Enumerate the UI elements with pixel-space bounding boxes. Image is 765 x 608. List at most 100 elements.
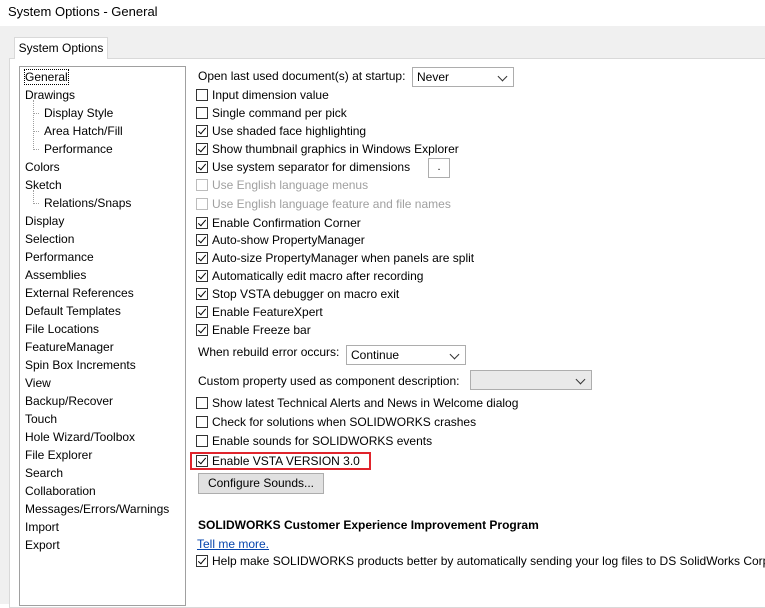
option-use-shaded-face-highlighting-label: Use shaded face highlighting bbox=[212, 124, 367, 138]
option-enable-vsta-version-3-0[interactable]: Enable VSTA VERSION 3.0 bbox=[196, 452, 360, 470]
tell-me-more-link[interactable]: Tell me more. bbox=[197, 537, 269, 551]
configure-sounds-button[interactable]: Configure Sounds... bbox=[198, 473, 324, 494]
ceip-option[interactable]: Help make SOLIDWORKS products better by … bbox=[196, 552, 765, 570]
option-use-shaded-face-highlighting[interactable]: Use shaded face highlighting bbox=[196, 122, 366, 140]
tree-item-performance[interactable]: Performance bbox=[25, 248, 94, 266]
tree-item-display[interactable]: Display bbox=[25, 212, 64, 230]
tree-item-area-hatch-fill[interactable]: Area Hatch/Fill bbox=[44, 122, 123, 140]
option-enable-vsta-version-3-0-checkbox[interactable] bbox=[196, 454, 208, 467]
tree-connector bbox=[33, 100, 34, 150]
option-show-latest-technical-alerts-and-news-in-checkbox[interactable] bbox=[196, 396, 208, 409]
option-enable-freeze-bar-checkbox[interactable] bbox=[196, 323, 208, 336]
option-automatically-edit-macro-after-recording[interactable]: Automatically edit macro after recording bbox=[196, 267, 423, 285]
option-stop-vsta-debugger-on-macro-exit-label: Stop VSTA debugger on macro exit bbox=[212, 287, 400, 301]
tree-item-sketch[interactable]: Sketch bbox=[25, 176, 62, 194]
tree-item-export[interactable]: Export bbox=[25, 536, 60, 554]
option-auto-size-propertymanager-when-panels-ar[interactable]: Auto-size PropertyManager when panels ar… bbox=[196, 249, 474, 267]
option-show-latest-technical-alerts-and-news-in-label: Show latest Technical Alerts and News in… bbox=[212, 396, 519, 410]
tree-item-assemblies[interactable]: Assemblies bbox=[25, 266, 86, 284]
option-show-thumbnail-graphics-in-windows-explo-label: Show thumbnail graphics in Windows Explo… bbox=[212, 142, 459, 156]
tree-item-label: Touch bbox=[25, 412, 58, 426]
tree-item-label: Messages/Errors/Warnings bbox=[25, 502, 170, 516]
option-auto-size-propertymanager-when-panels-ar-checkbox[interactable] bbox=[196, 251, 208, 264]
option-use-english-language-menus-label: Use English language menus bbox=[212, 178, 369, 192]
option-use-system-separator-for-dimensions[interactable]: Use system separator for dimensions bbox=[196, 158, 410, 176]
tree-item-label: Collaboration bbox=[25, 484, 96, 498]
option-single-command-per-pick[interactable]: Single command per pick bbox=[196, 104, 347, 122]
tree-item-messages-errors-warnings[interactable]: Messages/Errors/Warnings bbox=[25, 500, 169, 518]
startup-select-value: Never bbox=[417, 70, 450, 84]
rebuild-label: When rebuild error occurs: bbox=[198, 345, 340, 359]
option-check-for-solutions-when-solidworks-cras-checkbox[interactable] bbox=[196, 415, 208, 428]
option-use-english-language-feature-and-file-na: Use English language feature and file na… bbox=[196, 195, 451, 213]
ceip-option-label: Help make SOLIDWORKS products better by … bbox=[212, 554, 765, 568]
tree-item-label: Import bbox=[25, 520, 60, 534]
option-input-dimension-value[interactable]: Input dimension value bbox=[196, 86, 329, 104]
tree-item-file-explorer[interactable]: File Explorer bbox=[25, 446, 92, 464]
option-stop-vsta-debugger-on-macro-exit[interactable]: Stop VSTA debugger on macro exit bbox=[196, 285, 399, 303]
option-use-english-language-menus-checkbox bbox=[196, 178, 208, 191]
tree-item-file-locations[interactable]: File Locations bbox=[25, 320, 99, 338]
option-enable-sounds-for-solidworks-events-checkbox[interactable] bbox=[196, 434, 208, 447]
rebuild-select-value: Continue bbox=[351, 348, 400, 362]
option-auto-show-propertymanager-checkbox[interactable] bbox=[196, 233, 208, 246]
tree-item-performance[interactable]: Performance bbox=[44, 140, 113, 158]
option-enable-freeze-bar-label: Enable Freeze bar bbox=[212, 323, 311, 337]
option-use-shaded-face-highlighting-checkbox[interactable] bbox=[196, 124, 208, 137]
option-single-command-per-pick-checkbox[interactable] bbox=[196, 106, 208, 119]
tree-item-view[interactable]: View bbox=[25, 374, 51, 392]
option-enable-freeze-bar[interactable]: Enable Freeze bar bbox=[196, 321, 311, 339]
option-automatically-edit-macro-after-recording-checkbox[interactable] bbox=[196, 269, 208, 282]
option-use-system-separator-for-dimensions-checkbox[interactable] bbox=[196, 160, 208, 173]
tree-item-display-style[interactable]: Display Style bbox=[44, 104, 113, 122]
option-show-latest-technical-alerts-and-news-in[interactable]: Show latest Technical Alerts and News in… bbox=[196, 394, 518, 412]
tree-item-general[interactable]: General bbox=[24, 68, 69, 86]
tree-item-label: Hole Wizard/Toolbox bbox=[25, 430, 136, 444]
tree-item-touch[interactable]: Touch bbox=[25, 410, 57, 428]
option-enable-sounds-for-solidworks-events[interactable]: Enable sounds for SOLIDWORKS events bbox=[196, 432, 432, 450]
option-show-thumbnail-graphics-in-windows-explo-checkbox[interactable] bbox=[196, 142, 208, 155]
option-enable-confirmation-corner-checkbox[interactable] bbox=[196, 216, 208, 229]
option-enable-featurexpert-checkbox[interactable] bbox=[196, 305, 208, 318]
tree-item-spin-box-increments[interactable]: Spin Box Increments bbox=[25, 356, 136, 374]
tab-system-options[interactable]: System Options bbox=[14, 37, 108, 59]
tree-item-label: File Explorer bbox=[25, 448, 93, 462]
option-enable-featurexpert[interactable]: Enable FeatureXpert bbox=[196, 303, 323, 321]
tree-item-external-references[interactable]: External References bbox=[25, 284, 134, 302]
tree-item-colors[interactable]: Colors bbox=[25, 158, 60, 176]
option-stop-vsta-debugger-on-macro-exit-checkbox[interactable] bbox=[196, 287, 208, 300]
tree-item-label: Performance bbox=[44, 142, 113, 156]
tree-item-selection[interactable]: Selection bbox=[25, 230, 74, 248]
tree-item-label: Area Hatch/Fill bbox=[44, 124, 123, 138]
tree-item-search[interactable]: Search bbox=[25, 464, 63, 482]
tree-item-label: Spin Box Increments bbox=[25, 358, 136, 372]
option-auto-size-propertymanager-when-panels-ar-label: Auto-size PropertyManager when panels ar… bbox=[212, 251, 475, 265]
option-auto-show-propertymanager[interactable]: Auto-show PropertyManager bbox=[196, 231, 365, 249]
option-input-dimension-value-checkbox[interactable] bbox=[196, 88, 208, 101]
option-check-for-solutions-when-solidworks-cras[interactable]: Check for solutions when SOLIDWORKS cras… bbox=[196, 413, 476, 431]
option-enable-confirmation-corner[interactable]: Enable Confirmation Corner bbox=[196, 214, 361, 232]
tree-item-default-templates[interactable]: Default Templates bbox=[25, 302, 121, 320]
option-automatically-edit-macro-after-recording-label: Automatically edit macro after recording bbox=[212, 269, 424, 283]
title-bar: System Options - General bbox=[0, 0, 765, 26]
window-title: System Options - General bbox=[8, 4, 158, 19]
tree-connector bbox=[33, 190, 34, 204]
tree-item-collaboration[interactable]: Collaboration bbox=[25, 482, 96, 500]
tree-item-featuremanager[interactable]: FeatureManager bbox=[25, 338, 114, 356]
tree-item-import[interactable]: Import bbox=[25, 518, 59, 536]
ceip-checkbox[interactable] bbox=[196, 554, 208, 567]
tree-item-backup-recover[interactable]: Backup/Recover bbox=[25, 392, 113, 410]
option-auto-show-propertymanager-label: Auto-show PropertyManager bbox=[212, 233, 365, 247]
chevron-down-icon bbox=[575, 374, 586, 385]
tree-item-label: Relations/Snaps bbox=[44, 196, 132, 210]
option-show-thumbnail-graphics-in-windows-explo[interactable]: Show thumbnail graphics in Windows Explo… bbox=[196, 140, 459, 158]
separator-field[interactable]: . bbox=[428, 158, 450, 178]
tree-item-hole-wizard-toolbox[interactable]: Hole Wizard/Toolbox bbox=[25, 428, 135, 446]
custom-property-select[interactable] bbox=[470, 370, 592, 390]
options-tree[interactable]: General Drawings Display Style Area Hatch/F… bbox=[19, 66, 186, 606]
tree-item-relations-snaps[interactable]: Relations/Snaps bbox=[44, 194, 131, 212]
rebuild-select[interactable]: Continue bbox=[346, 345, 466, 365]
startup-select[interactable]: Never bbox=[412, 67, 514, 87]
tree-item-label: Backup/Recover bbox=[25, 394, 114, 408]
option-check-for-solutions-when-solidworks-cras-label: Check for solutions when SOLIDWORKS cras… bbox=[212, 415, 477, 429]
